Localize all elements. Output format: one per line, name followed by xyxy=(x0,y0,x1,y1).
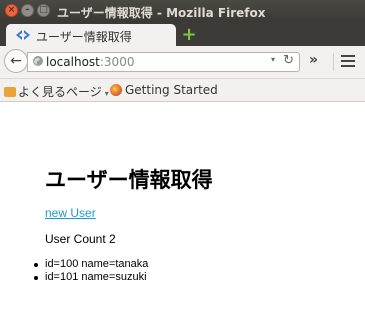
url-history-dropdown-icon[interactable]: ▾ xyxy=(271,55,275,64)
new-user-link[interactable]: new User xyxy=(45,206,96,220)
hamburger-menu-icon[interactable] xyxy=(341,55,355,70)
url-port: :3000 xyxy=(99,55,135,69)
globe-icon xyxy=(33,56,43,66)
window-titlebar: × – □ ユーザー情報取得 - Mozilla Firefox xyxy=(0,0,365,22)
navigation-toolbar: ← localhost:3000 ▾ ↻ » xyxy=(0,46,365,79)
user-list: id=100 name=tanaka id=101 name=suzuki xyxy=(34,258,148,284)
url-text: localhost:3000 xyxy=(46,55,134,69)
toolbar-overflow-button[interactable]: » xyxy=(309,52,318,68)
page-title: ユーザー情報取得 xyxy=(45,168,213,192)
toolbar-divider xyxy=(333,53,334,71)
user-count-text: User Count 2 xyxy=(45,232,116,246)
close-window-button[interactable]: × xyxy=(5,4,18,17)
plus-icon: + xyxy=(181,24,197,45)
back-arrow-icon: ← xyxy=(10,53,22,69)
tab-active[interactable]: ユーザー情報取得 xyxy=(6,24,176,46)
bookmarks-toolbar: よく見るページ ▾ Getting Started xyxy=(0,79,365,102)
bookmark-label: よく見るページ xyxy=(18,85,102,99)
list-item: id=101 name=suzuki xyxy=(34,271,148,284)
back-button[interactable]: ← xyxy=(4,49,28,73)
firefox-icon xyxy=(110,84,122,96)
tab-strip: ユーザー情報取得 + xyxy=(0,22,365,46)
url-bar[interactable]: localhost:3000 ▾ ↻ xyxy=(27,52,300,72)
dev-tools-icon xyxy=(16,30,30,40)
new-tab-button[interactable]: + xyxy=(181,24,197,45)
list-item: id=100 name=tanaka xyxy=(34,258,148,271)
page-content: ユーザー情報取得 new User User Count 2 id=100 na… xyxy=(0,102,365,336)
bookmark-most-visited[interactable]: よく見るページ ▾ xyxy=(4,83,109,100)
folder-icon xyxy=(4,87,16,97)
maximize-window-button[interactable]: □ xyxy=(37,4,50,17)
window-title: ユーザー情報取得 - Mozilla Firefox xyxy=(57,6,266,20)
bookmark-getting-started[interactable]: Getting Started xyxy=(110,83,218,97)
bookmark-label: Getting Started xyxy=(125,83,218,97)
reload-icon[interactable]: ↻ xyxy=(283,53,294,68)
url-host: localhost xyxy=(46,55,100,69)
tab-label: ユーザー情報取得 xyxy=(36,30,132,44)
minimize-window-button[interactable]: – xyxy=(21,4,34,17)
chevron-down-icon: ▾ xyxy=(104,89,109,98)
